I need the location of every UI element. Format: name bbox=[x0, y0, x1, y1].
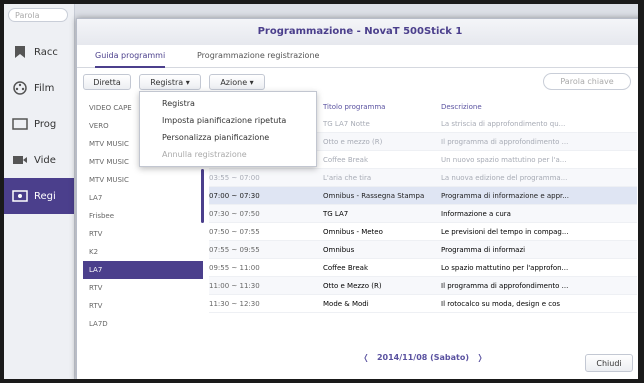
header-titolo[interactable]: Titolo programma bbox=[323, 99, 385, 115]
tv-icon bbox=[12, 118, 28, 130]
title-cell: TG LA7 bbox=[323, 210, 349, 218]
time-cell: 11:00 ~ 11:30 bbox=[209, 282, 260, 290]
table-row[interactable]: 07:00 ~ 07:30 Omnibus - Rassegna Stampa Pr… bbox=[209, 187, 637, 205]
sidebar-item-label: Prog bbox=[34, 118, 57, 130]
channel-item[interactable]: RTV bbox=[83, 225, 203, 243]
table-row[interactable]: 07:55 ~ 09:55 Omnibus Programma di informa… bbox=[209, 241, 637, 259]
menu-item-personalizza-pianificazione[interactable]: Personalizza pianificazione bbox=[140, 129, 316, 146]
description-cell: Le previsioni del tempo in compag... bbox=[441, 228, 569, 236]
title-cell: Omnibus - Meteo bbox=[323, 228, 383, 236]
description-cell: Il rotocalco su moda, design e cos bbox=[441, 300, 561, 308]
film-icon bbox=[13, 81, 27, 95]
title-cell: Coffee Break bbox=[323, 264, 369, 272]
title-cell: TG LA7 Notte bbox=[323, 120, 370, 128]
sidebar-item-label: Film bbox=[34, 82, 55, 94]
title-cell: Coffee Break bbox=[323, 156, 369, 164]
time-cell: 07:30 ~ 07:50 bbox=[209, 210, 260, 218]
programming-dialog: Programmazione - NovaT 500Stick 1 Guida … bbox=[76, 18, 638, 379]
description-cell: La striscia di approfondimento qu... bbox=[441, 120, 566, 128]
dialog-title: Programmazione - NovaT 500Stick 1 bbox=[77, 19, 638, 45]
sidebar-item-vide[interactable]: Vide bbox=[4, 142, 74, 178]
prev-day-button[interactable]: ❬ bbox=[363, 353, 370, 362]
app-search-input[interactable]: Parola bbox=[8, 8, 68, 22]
title-cell: Omnibus - Rassegna Stampa bbox=[323, 192, 425, 200]
table-row[interactable]: 07:30 ~ 07:50 TG LA7 Informazione a cura bbox=[209, 205, 637, 223]
table-row[interactable]: 09:55 ~ 11:00 Coffee Break Lo spazio mattu… bbox=[209, 259, 637, 277]
sidebar-item-label: Vide bbox=[34, 154, 56, 166]
channel-item-selected[interactable]: LA7 bbox=[83, 261, 203, 279]
sidebar-item-regi[interactable]: Regi bbox=[4, 178, 74, 214]
sidebar-item-prog[interactable]: Prog bbox=[4, 106, 74, 142]
header-descrizione[interactable]: Descrizione bbox=[441, 99, 482, 115]
description-cell: Un nuovo spazio mattutino per l'a... bbox=[441, 156, 567, 164]
title-cell: Otto e mezzo (R) bbox=[323, 138, 383, 146]
description-cell: Il programma di approfondimento ... bbox=[441, 138, 569, 146]
time-cell: 09:55 ~ 11:00 bbox=[209, 264, 260, 272]
app-window: Parola Racc Film Prog Vide Regi Programm… bbox=[4, 4, 638, 379]
current-date: 2014/11/08 (Sabato) bbox=[376, 353, 470, 362]
date-navigation: ❬ 2014/11/08 (Sabato) ❭ bbox=[209, 353, 637, 362]
description-cell: Programma di informazione e appr... bbox=[441, 192, 569, 200]
channel-item[interactable]: Frisbee bbox=[83, 207, 203, 225]
table-row[interactable]: 07:50 ~ 07:55 Omnibus - Meteo Le prevision… bbox=[209, 223, 637, 241]
menu-item-imposta-pianificazione[interactable]: Imposta pianificazione ripetuta bbox=[140, 112, 316, 129]
sidebar-item-label: Regi bbox=[34, 190, 56, 202]
description-cell: Informazione a cura bbox=[441, 210, 511, 218]
next-day-button[interactable]: ❭ bbox=[477, 353, 484, 362]
time-cell: 11:30 ~ 12:30 bbox=[209, 300, 260, 308]
tab-bar: Guida programmi Programmazione registraz… bbox=[77, 45, 638, 68]
table-row[interactable]: 11:00 ~ 11:30 Otto e Mezzo (R) Il programm… bbox=[209, 277, 637, 295]
record-icon bbox=[12, 190, 28, 202]
bookmark-icon bbox=[15, 46, 25, 58]
channel-item[interactable]: LA7D bbox=[83, 315, 203, 333]
title-cell: Mode & Modi bbox=[323, 300, 369, 308]
description-cell: Il programma di approfondimento ... bbox=[441, 282, 569, 290]
sidebar-item-label: Racc bbox=[34, 46, 58, 58]
menu-item-registra[interactable]: Registra bbox=[140, 95, 316, 112]
sidebar-item-racc[interactable]: Racc bbox=[4, 34, 74, 70]
video-icon bbox=[13, 156, 27, 164]
time-cell: 07:50 ~ 07:55 bbox=[209, 228, 260, 236]
title-cell: Omnibus bbox=[323, 246, 355, 254]
diretta-button[interactable]: Diretta bbox=[83, 74, 131, 90]
azione-dropdown-button[interactable]: Azione ▾ bbox=[209, 74, 265, 90]
time-cell: 07:00 ~ 07:30 bbox=[209, 192, 260, 200]
registra-dropdown-button[interactable]: Registra ▾ bbox=[139, 74, 201, 90]
tab-programmazione-registrazione[interactable]: Programmazione registrazione bbox=[197, 49, 319, 66]
title-cell: Otto e Mezzo (R) bbox=[323, 282, 382, 290]
description-cell: Lo spazio mattutino per l'approfon... bbox=[441, 264, 569, 272]
menu-item-annulla-registrazione: Annulla registrazione bbox=[162, 150, 247, 159]
table-row[interactable]: 03:55 ~ 07:00 L'aria che tira La nuova edi… bbox=[209, 169, 637, 187]
description-cell: La nuova edizione del programma... bbox=[441, 174, 568, 182]
time-cell: 03:55 ~ 07:00 bbox=[209, 174, 260, 182]
channel-item[interactable]: RTV bbox=[83, 297, 203, 315]
channel-item[interactable]: LA7 bbox=[83, 189, 203, 207]
title-cell: L'aria che tira bbox=[323, 174, 372, 182]
channel-item[interactable]: MTV MUSIC bbox=[83, 171, 203, 189]
table-row[interactable]: 11:30 ~ 12:30 Mode & Modi Il rotocalco su … bbox=[209, 295, 637, 313]
app-sidebar: Parola Racc Film Prog Vide Regi bbox=[4, 4, 75, 379]
close-button[interactable]: Chiudi bbox=[585, 354, 633, 372]
channel-item[interactable]: K2 bbox=[83, 243, 203, 261]
description-cell: Programma di informazi bbox=[441, 246, 526, 254]
channel-scrollbar[interactable] bbox=[201, 169, 204, 223]
keyword-search-input[interactable]: Parola chiave bbox=[543, 73, 631, 90]
sidebar-item-film[interactable]: Film bbox=[4, 70, 74, 106]
channel-item[interactable]: RTV bbox=[83, 279, 203, 297]
registra-menu: Registra Imposta pianificazione ripetuta… bbox=[139, 91, 317, 167]
time-cell: 07:55 ~ 09:55 bbox=[209, 246, 260, 254]
tab-guida-programmi[interactable]: Guida programmi bbox=[95, 49, 166, 68]
